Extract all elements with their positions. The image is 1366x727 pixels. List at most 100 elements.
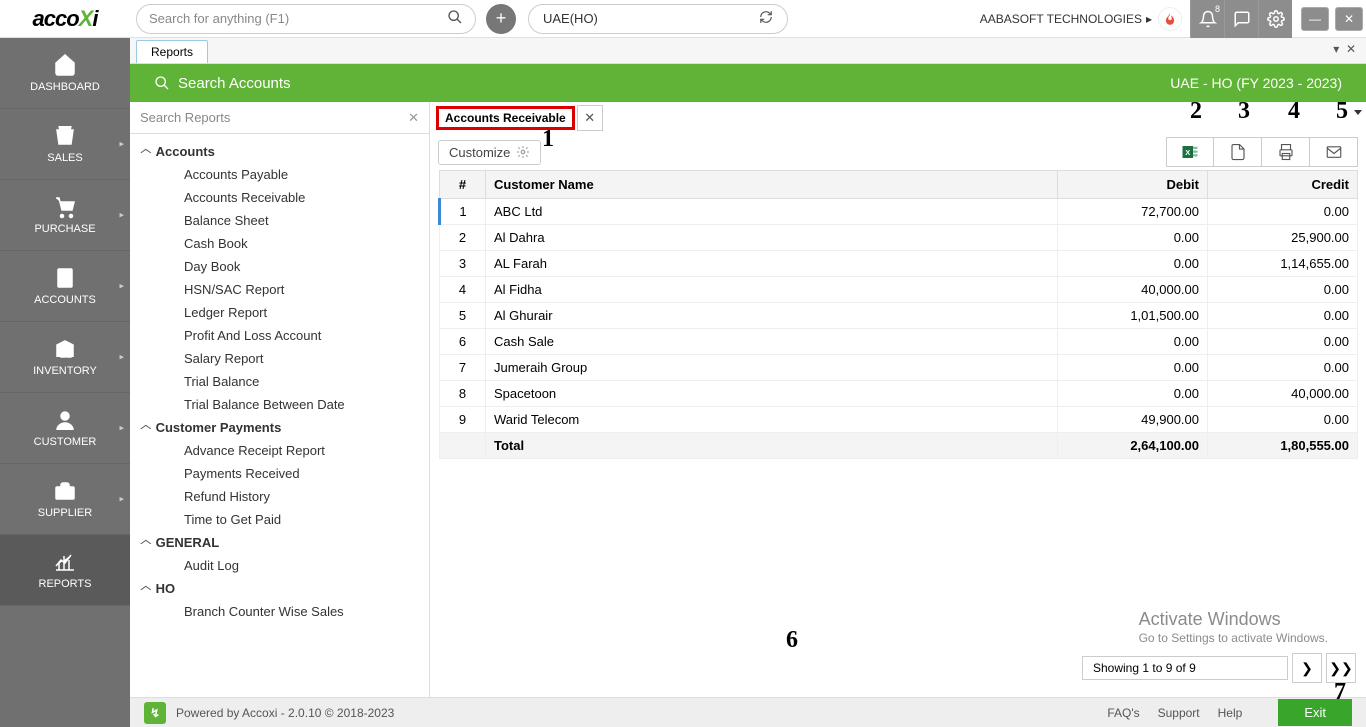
tree-group[interactable]: Customer Payments: [130, 416, 429, 439]
annotation: 4: [1288, 98, 1300, 125]
context-fy: UAE - HO (FY 2023 - 2023): [1170, 75, 1342, 91]
table-row[interactable]: 4Al Fidha40,000.000.00: [440, 277, 1358, 303]
tree-leaf[interactable]: Day Book: [130, 255, 429, 278]
flame-icon[interactable]: [1158, 7, 1182, 31]
add-button[interactable]: +: [486, 4, 516, 34]
pager-next[interactable]: ❯: [1292, 653, 1322, 683]
nav-accounts[interactable]: ACCOUNTS▸: [0, 251, 130, 322]
table-row[interactable]: 9Warid Telecom49,900.000.00: [440, 407, 1358, 433]
report-panel: Accounts Receivable ✕ 1 2 3 4 5 Customiz…: [430, 102, 1366, 697]
chevron-right-icon: ▸: [1146, 12, 1152, 26]
footer-faq-link[interactable]: FAQ's: [1107, 706, 1139, 720]
tree-leaf[interactable]: Salary Report: [130, 347, 429, 370]
report-tab-active[interactable]: Accounts Receivable: [436, 106, 575, 130]
report-tab-close[interactable]: ✕: [577, 105, 603, 131]
settings-button[interactable]: [1258, 0, 1292, 38]
logo-part: X: [79, 6, 93, 32]
tree-leaf[interactable]: Profit And Loss Account: [130, 324, 429, 347]
tree-leaf[interactable]: Advance Receipt Report: [130, 439, 429, 462]
tree-leaf[interactable]: Trial Balance Between Date: [130, 393, 429, 416]
col-credit[interactable]: Credit: [1208, 171, 1358, 199]
tree-group[interactable]: GENERAL: [130, 531, 429, 554]
search-placeholder: Search Reports: [140, 110, 230, 125]
nav-inventory[interactable]: INVENTORY▸: [0, 322, 130, 393]
tree-leaf[interactable]: Balance Sheet: [130, 209, 429, 232]
nav-label: INVENTORY: [33, 365, 97, 377]
report-search-input[interactable]: Search Reports ✕: [130, 102, 429, 134]
export-excel-button[interactable]: X: [1166, 137, 1214, 167]
table-row[interactable]: 2Al Dahra0.0025,900.00: [440, 225, 1358, 251]
nav-sales[interactable]: SALES▸: [0, 109, 130, 180]
footer-logo: ↯: [144, 702, 166, 724]
report-tree[interactable]: AccountsAccounts PayableAccounts Receiva…: [130, 134, 429, 697]
nav-label: PURCHASE: [34, 223, 95, 235]
nav-supplier[interactable]: SUPPLIER▸: [0, 464, 130, 535]
col-index[interactable]: #: [440, 171, 486, 199]
branch-label: UAE(HO): [543, 11, 598, 26]
minimize-button[interactable]: —: [1301, 7, 1329, 31]
tree-leaf[interactable]: Cash Book: [130, 232, 429, 255]
branch-selector[interactable]: UAE(HO): [528, 4, 788, 34]
close-button[interactable]: ✕: [1335, 7, 1363, 31]
clear-icon[interactable]: ✕: [408, 110, 419, 126]
sync-icon: [759, 10, 773, 27]
tree-leaf[interactable]: HSN/SAC Report: [130, 278, 429, 301]
tree-leaf[interactable]: Time to Get Paid: [130, 508, 429, 531]
top-icon-group: 8: [1182, 0, 1292, 38]
tree-leaf[interactable]: Audit Log: [130, 554, 429, 577]
nav-reports[interactable]: REPORTS: [0, 535, 130, 606]
module-tab-reports[interactable]: Reports: [136, 40, 208, 63]
company-menu[interactable]: AABASOFT TECHNOLOGIES ▸: [980, 12, 1152, 26]
notifications-button[interactable]: 8: [1190, 0, 1224, 38]
chat-button[interactable]: [1224, 0, 1258, 38]
gear-icon: [516, 145, 530, 159]
global-search-input[interactable]: Search for anything (F1): [136, 4, 476, 34]
tree-leaf[interactable]: Payments Received: [130, 462, 429, 485]
footer-powered: Powered by Accoxi - 2.0.10 © 2018-2023: [176, 706, 394, 720]
footer-support-link[interactable]: Support: [1158, 706, 1200, 720]
report-grid[interactable]: # Customer Name Debit Credit 1ABC Ltd72,…: [438, 170, 1358, 459]
table-row[interactable]: 5Al Ghurair1,01,500.000.00: [440, 303, 1358, 329]
nav-dashboard[interactable]: DASHBOARD: [0, 38, 130, 109]
exit-button[interactable]: Exit: [1278, 699, 1352, 726]
export-icons: X: [1166, 137, 1358, 167]
col-customer[interactable]: Customer Name: [486, 171, 1058, 199]
module-tab-controls[interactable]: ▾ ✕: [1333, 42, 1356, 56]
nav-customer[interactable]: CUSTOMER▸: [0, 393, 130, 464]
context-title[interactable]: Search Accounts: [178, 75, 291, 92]
tree-leaf[interactable]: Accounts Payable: [130, 163, 429, 186]
annotation: 3: [1238, 98, 1250, 125]
tree-leaf[interactable]: Ledger Report: [130, 301, 429, 324]
table-row[interactable]: 6Cash Sale0.000.00: [440, 329, 1358, 355]
table-row[interactable]: 1ABC Ltd72,700.000.00: [440, 199, 1358, 225]
tree-group[interactable]: HO: [130, 577, 429, 600]
nav-label: REPORTS: [39, 578, 92, 590]
report-tab-row: Accounts Receivable ✕ 1 2 3 4 5: [430, 102, 1366, 134]
dropdown-caret[interactable]: [1354, 104, 1362, 122]
table-row[interactable]: 8Spacetoon0.0040,000.00: [440, 381, 1358, 407]
tree-leaf[interactable]: Branch Counter Wise Sales: [130, 600, 429, 623]
export-pdf-button[interactable]: [1214, 137, 1262, 167]
tree-leaf[interactable]: Refund History: [130, 485, 429, 508]
email-button[interactable]: [1310, 137, 1358, 167]
tree-leaf[interactable]: Accounts Receivable: [130, 186, 429, 209]
module-tabstrip: Reports ▾ ✕: [130, 38, 1366, 64]
table-row[interactable]: 7Jumeraih Group0.000.00: [440, 355, 1358, 381]
table-row[interactable]: 3AL Farah0.001,14,655.00: [440, 251, 1358, 277]
pager-last[interactable]: ❯❯: [1326, 653, 1356, 683]
table-total-row: Total2,64,100.001,80,555.00: [440, 433, 1358, 459]
customize-button[interactable]: Customize: [438, 140, 541, 165]
annotation: 5: [1336, 98, 1348, 125]
tree-leaf[interactable]: Trial Balance: [130, 370, 429, 393]
col-debit[interactable]: Debit: [1058, 171, 1208, 199]
pager: 6 Showing 1 to 9 of 9 ❯ ❯❯: [438, 647, 1358, 689]
tree-group[interactable]: Accounts: [130, 140, 429, 163]
customize-label: Customize: [449, 145, 510, 160]
print-button[interactable]: [1262, 137, 1310, 167]
footer-bar: ↯ Powered by Accoxi - 2.0.10 © 2018-2023…: [130, 697, 1366, 727]
logo-part: i: [92, 6, 97, 32]
annotation: 2: [1190, 98, 1202, 125]
footer-help-link[interactable]: Help: [1218, 706, 1243, 720]
nav-purchase[interactable]: PURCHASE▸: [0, 180, 130, 251]
chevron-right-icon: ▸: [119, 494, 124, 505]
